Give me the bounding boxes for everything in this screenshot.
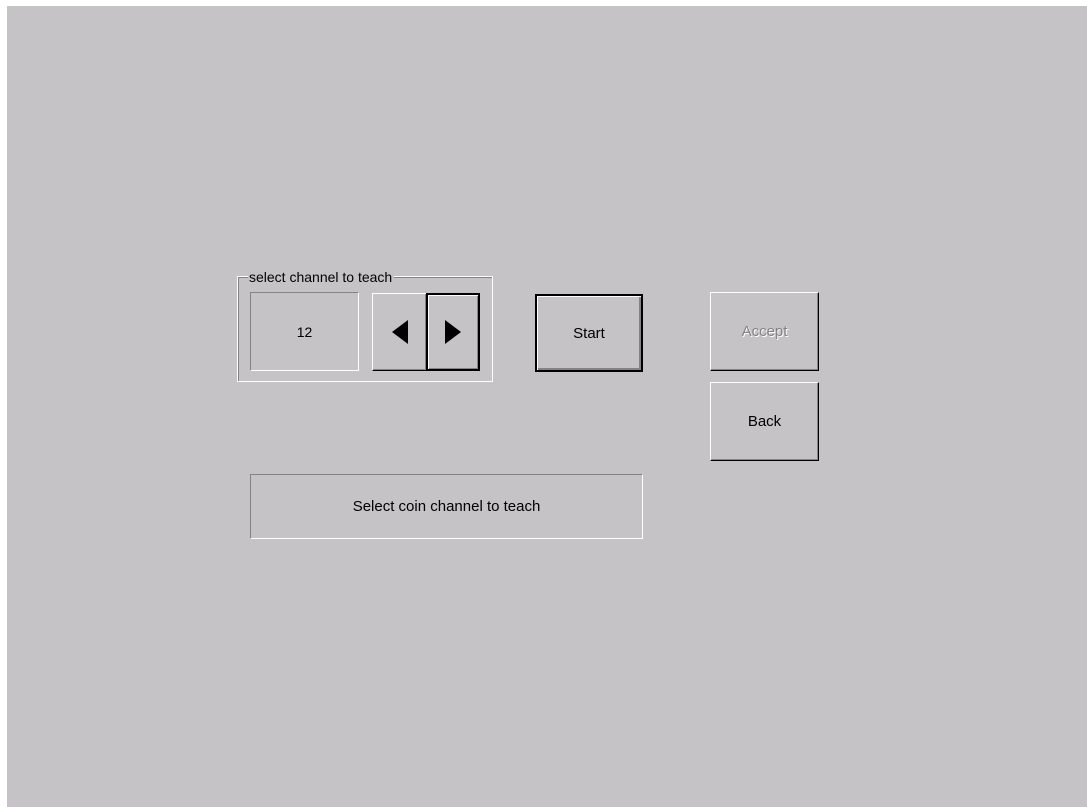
accept-button[interactable]: Accept [710, 292, 819, 371]
status-message-box: Select coin channel to teach [250, 474, 643, 539]
back-button[interactable]: Back [710, 382, 819, 461]
next-channel-button[interactable] [426, 293, 480, 371]
start-button-label: Start [573, 324, 605, 342]
left-arrow-icon [391, 320, 408, 344]
channel-value-display: 12 [250, 292, 359, 371]
status-message: Select coin channel to teach [352, 498, 541, 515]
previous-channel-button[interactable] [372, 293, 427, 371]
start-button[interactable]: Start [535, 294, 643, 372]
teach-window [7, 6, 1087, 807]
accept-button-label: Accept [741, 323, 788, 340]
right-arrow-icon [445, 320, 461, 344]
back-button-label: Back [747, 413, 782, 430]
channel-groupbox-legend: select channel to teach [248, 269, 395, 285]
